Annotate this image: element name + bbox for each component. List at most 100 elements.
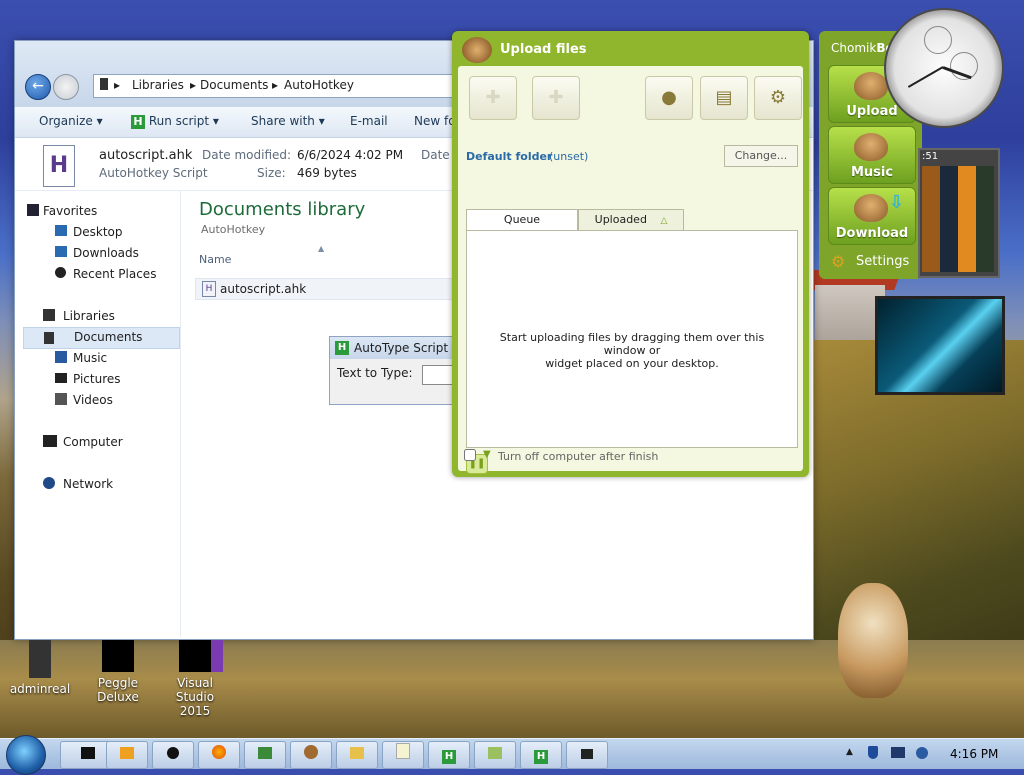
taskbar-chomikbox[interactable] xyxy=(290,741,332,769)
run-script-button[interactable]: H Run script ▾ xyxy=(131,114,219,129)
date-modified-label: Date modified: xyxy=(202,148,292,162)
nav-pictures[interactable]: Pictures xyxy=(55,372,121,386)
monitor-icon[interactable] xyxy=(891,747,905,758)
downloads-icon xyxy=(55,246,67,257)
date-modified-value: 6/6/2024 4:02 PM xyxy=(297,148,404,162)
email-button[interactable]: E-mail xyxy=(350,114,388,128)
taskbar-app-cmd[interactable] xyxy=(566,741,608,769)
organize-button[interactable]: Organize ▾ xyxy=(39,114,103,128)
volume-icon[interactable] xyxy=(916,747,928,759)
text-to-type-label: Text to Type: xyxy=(337,366,413,380)
ahk-file-icon: H xyxy=(202,281,216,297)
text-to-type-input[interactable] xyxy=(422,365,456,385)
triangle-down-icon: ▼ xyxy=(483,449,491,460)
arrow-down-icon: ⇩ xyxy=(889,192,905,213)
back-button[interactable]: ← xyxy=(25,74,51,100)
change-folder-button[interactable]: Change... xyxy=(724,145,798,167)
column-header-name[interactable]: Name xyxy=(199,253,231,266)
hamster-mascot[interactable] xyxy=(838,583,908,698)
autotype-titlebar[interactable]: H AutoType Script xyxy=(330,337,460,359)
nav-recent-places[interactable]: Recent Places xyxy=(55,267,156,281)
start-button[interactable] xyxy=(6,735,46,775)
app-icon xyxy=(167,747,179,759)
default-folder-label: Default folder xyxy=(466,150,553,163)
shield-icon[interactable] xyxy=(868,746,878,759)
taskbar-autohotkey-1[interactable]: H xyxy=(428,741,470,769)
queue-list[interactable]: Start uploading files by dragging them o… xyxy=(466,230,798,448)
file-row[interactable]: H autoscript.ahk xyxy=(195,278,467,300)
firefox-icon xyxy=(212,745,226,759)
chomikbox-download-button[interactable]: ⇩ Download xyxy=(828,187,916,245)
chomik-account-button[interactable]: ● xyxy=(645,76,693,120)
ahk-icon: H xyxy=(131,115,145,129)
media-icon xyxy=(120,747,134,759)
desktop-icon-visual-studio[interactable]: Visual Studio 2015 xyxy=(155,640,235,718)
ahk-icon: H xyxy=(335,341,349,355)
nav-videos[interactable]: Videos xyxy=(55,393,113,407)
slideshow-gadget[interactable] xyxy=(875,296,1005,395)
music-icon xyxy=(55,351,67,363)
taskbar-explorer[interactable] xyxy=(336,741,378,769)
taskbar-app-folder[interactable] xyxy=(474,741,516,769)
queue-empty-message: Start uploading files by dragging them o… xyxy=(499,331,765,370)
library-title: Documents library xyxy=(199,199,366,220)
breadcrumb-documents[interactable]: Documents xyxy=(200,78,268,92)
taskbar-notepad[interactable] xyxy=(382,741,424,769)
shortcut-icon xyxy=(29,640,51,678)
nav-downloads[interactable]: Downloads xyxy=(55,246,139,260)
breadcrumb-autohotkey[interactable]: AutoHotkey xyxy=(284,78,354,92)
taskbar-app-3[interactable] xyxy=(152,741,194,769)
taskbar-autohotkey-2[interactable]: H xyxy=(520,741,562,769)
turn-off-label: Turn off computer after finish xyxy=(498,450,659,463)
add-file-button[interactable]: ✚ xyxy=(469,76,517,120)
taskbar-app-media[interactable] xyxy=(106,741,148,769)
star-icon xyxy=(27,204,39,216)
videos-icon xyxy=(55,393,67,405)
nav-documents[interactable]: Documents xyxy=(23,327,180,349)
nav-computer[interactable]: Computer xyxy=(43,435,123,449)
share-with-button[interactable]: Share with ▾ xyxy=(251,114,325,128)
file-row-name: autoscript.ahk xyxy=(220,282,307,296)
turn-off-checkbox[interactable] xyxy=(464,449,476,461)
ahk-icon: H xyxy=(442,750,456,764)
chevron-right-icon: ▸ xyxy=(272,78,279,92)
nav-network[interactable]: Network xyxy=(43,477,113,491)
nav-music[interactable]: Music xyxy=(55,351,107,365)
size-label: Size: xyxy=(257,166,286,180)
puzzle-grid[interactable] xyxy=(922,166,994,272)
tab-queue[interactable]: Queue xyxy=(466,209,578,231)
tray-expand-icon[interactable]: ▲ xyxy=(846,747,853,757)
gear-icon: ⚙ xyxy=(831,252,846,271)
clock-gadget[interactable] xyxy=(884,8,1004,128)
nav-libraries[interactable]: Libraries xyxy=(43,309,115,323)
new-folder-button[interactable]: New fo xyxy=(414,114,456,128)
chomikbox-music-button[interactable]: Music xyxy=(828,126,916,184)
default-folder-value: (unset) xyxy=(549,150,589,163)
nav-favorites[interactable]: Favorites xyxy=(27,204,97,218)
address-bar[interactable]: ▸ Libraries ▸ Documents ▸ AutoHotkey xyxy=(93,74,475,98)
forward-button[interactable] xyxy=(53,74,79,100)
hamster-icon xyxy=(854,72,888,100)
nav-desktop[interactable]: Desktop xyxy=(55,225,123,239)
autotype-dialog[interactable]: H AutoType Script Text to Type: xyxy=(329,336,461,405)
autotype-title: AutoType Script xyxy=(354,341,449,355)
tray-clock[interactable]: 4:16 PM xyxy=(950,747,998,761)
settings-gear-button[interactable]: ⚙ xyxy=(754,76,802,120)
puzzle-gadget[interactable]: :51 xyxy=(918,148,1000,278)
desktop-icon-peggle[interactable]: Peggle Deluxe xyxy=(78,640,158,704)
upload-window-body: ✚ ✚ ● ▤ ⚙ Default folder (unset) Change.… xyxy=(458,66,803,474)
triangle-up-icon: △ xyxy=(660,216,668,226)
upload-files-window[interactable]: Upload files ✚ ✚ ● ▤ ⚙ Default folder (u… xyxy=(452,31,809,477)
clipboard-add-button[interactable]: ▤ xyxy=(700,76,748,120)
taskbar: H H ▲ 4:16 PM xyxy=(0,735,1024,775)
taskbar-app-5[interactable] xyxy=(244,741,286,769)
desktop-icon-adminreal[interactable]: adminreal xyxy=(0,640,80,696)
tab-uploaded[interactable]: Uploaded △ xyxy=(578,209,684,231)
hamster-icon xyxy=(854,194,888,222)
breadcrumb-libraries[interactable]: Libraries xyxy=(132,78,184,92)
add-folder-button[interactable]: ✚ xyxy=(532,76,580,120)
folder-icon xyxy=(350,747,364,759)
chomikbox-settings-link[interactable]: Settings xyxy=(856,254,909,269)
taskbar-firefox[interactable] xyxy=(198,741,240,769)
peggle-icon xyxy=(102,640,134,672)
